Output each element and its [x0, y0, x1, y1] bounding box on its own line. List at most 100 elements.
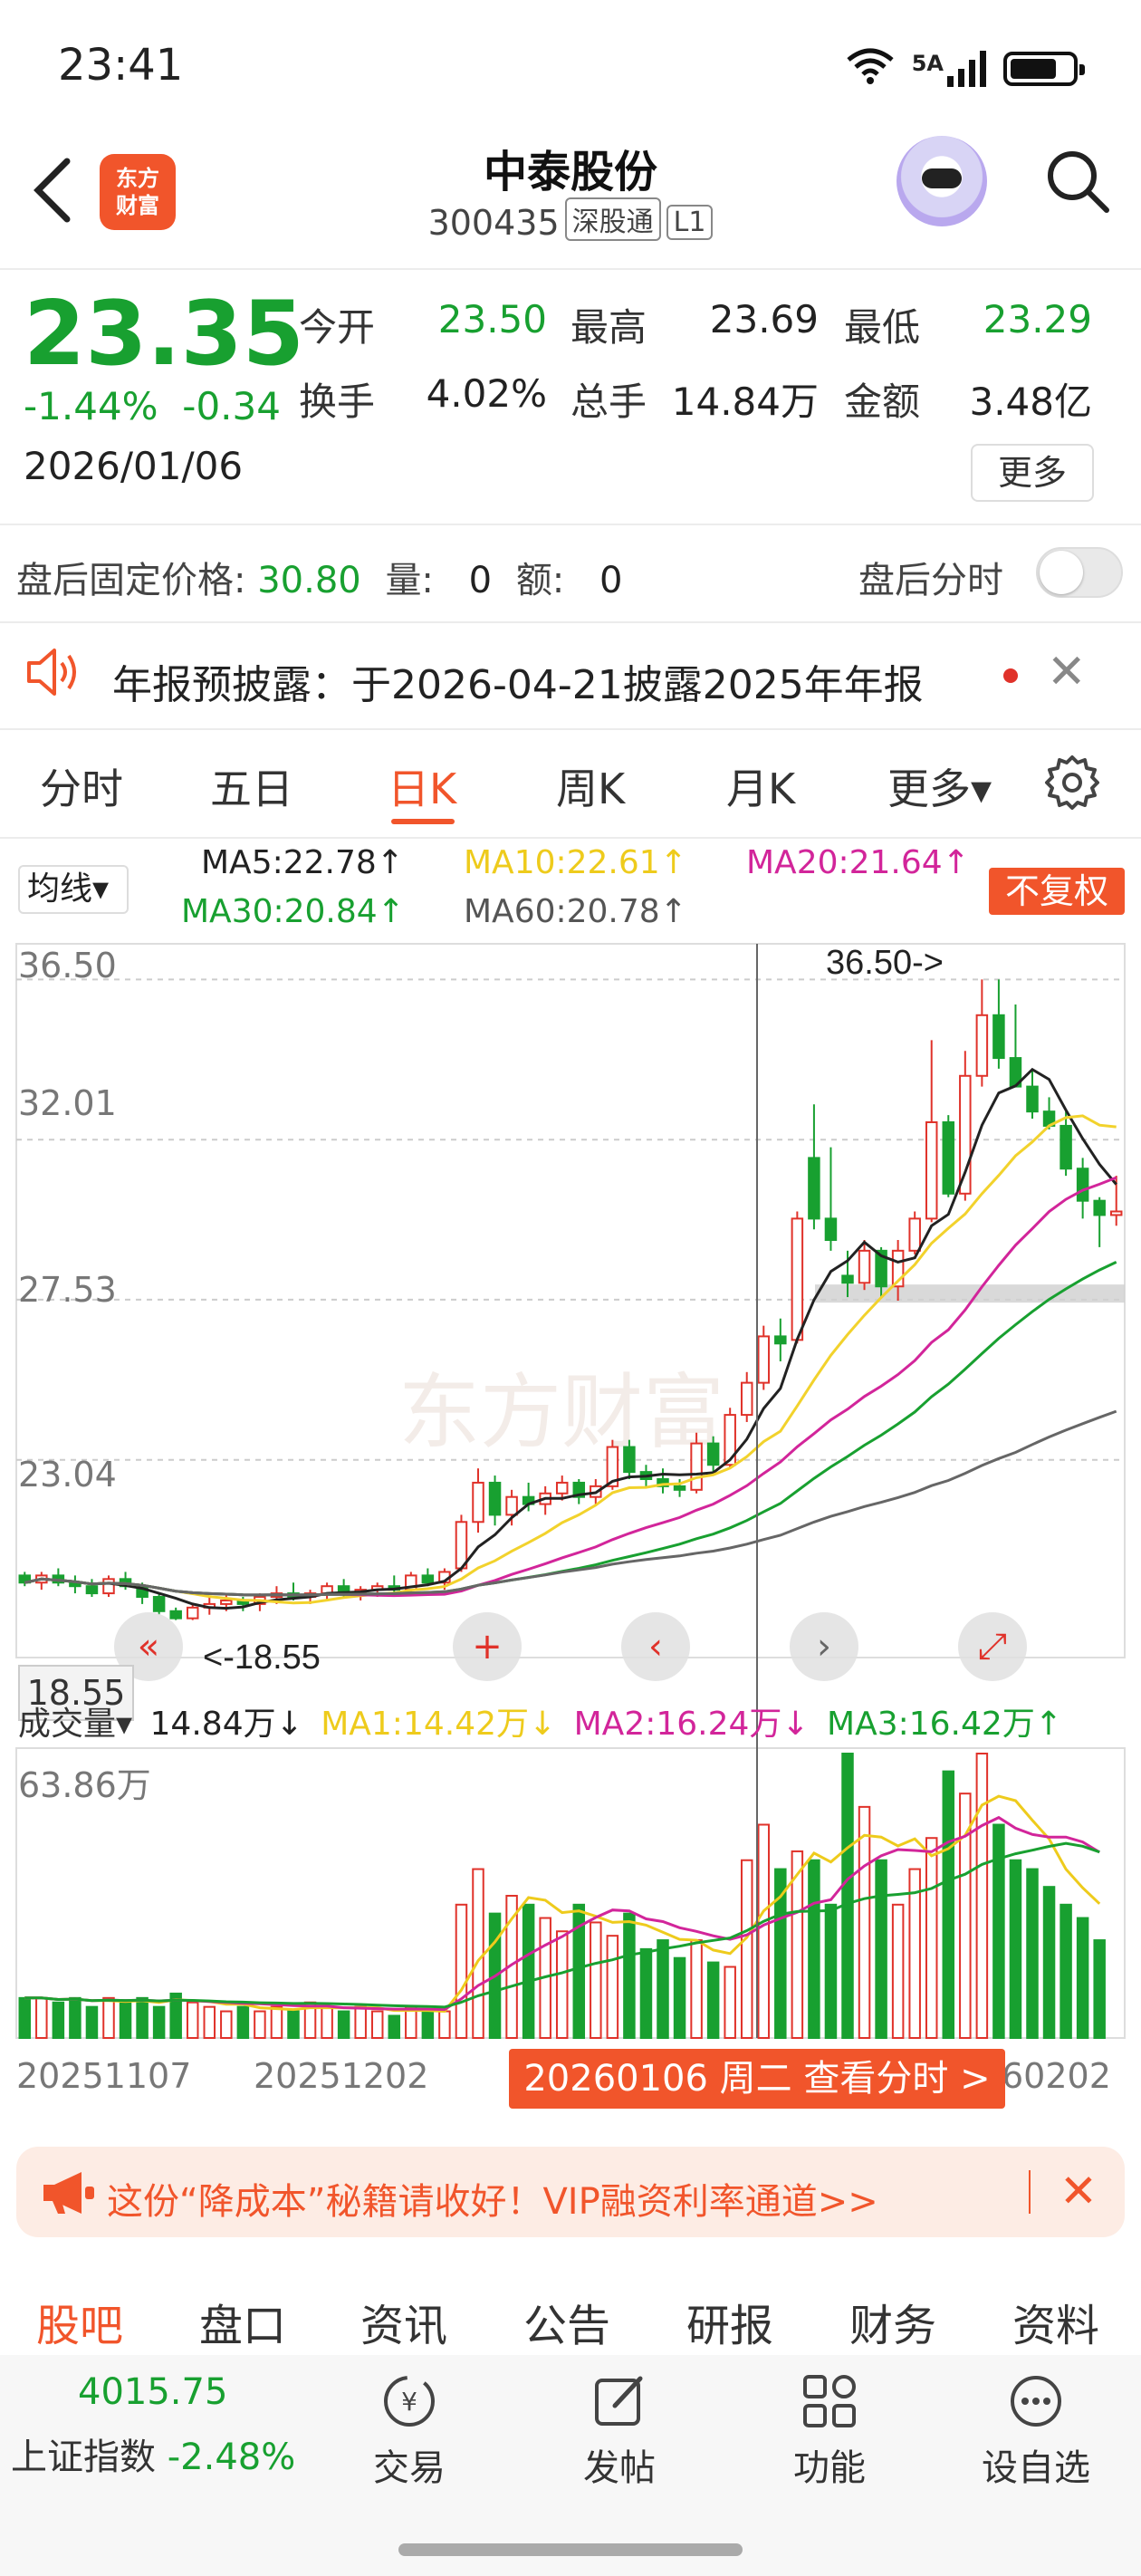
speaker-icon [24, 647, 82, 701]
candle-body [85, 1585, 99, 1595]
kline-chart[interactable]: 东方财富 36.50-> <-18.55 [0, 933, 1141, 2065]
candle-body [824, 1217, 838, 1242]
tab-weekly-k[interactable]: 周K [556, 756, 625, 816]
ma30-label: MA30:20.84↑ [181, 893, 405, 930]
tab-profile[interactable]: 资料 [1012, 2290, 1099, 2353]
tab-research[interactable]: 研报 [686, 2290, 773, 2353]
volume-indicator-select[interactable]: 成交量▾ [18, 1706, 132, 1743]
exchange-tag: 深股通 [564, 197, 661, 241]
after-hours-toggle[interactable] [1036, 547, 1123, 598]
volume-bar [623, 1912, 636, 2039]
volume-bar [555, 1930, 569, 2039]
candle-body [169, 1610, 182, 1620]
tab-finance[interactable]: 财务 [849, 2290, 936, 2353]
nav-post-label: 发帖 [583, 2447, 656, 2489]
promo-close-button[interactable]: ✕ [1060, 2165, 1098, 2217]
tab-announcements[interactable]: 公告 [523, 2290, 610, 2353]
nav-post[interactable]: 发帖 [547, 2369, 692, 2491]
candle-body [925, 1121, 938, 1220]
ma-type-select[interactable]: 均线▾ [18, 865, 129, 914]
y-tick-label: 32.01 [18, 1083, 117, 1123]
nav-functions[interactable]: 功能 [757, 2369, 902, 2491]
nav-trade[interactable]: ¥ 交易 [337, 2369, 482, 2491]
candle-body [102, 1578, 115, 1595]
volume-bar [388, 2014, 401, 2039]
home-indicator[interactable] [398, 2543, 743, 2556]
volume-legend: 成交量▾ 14.84万↓ MA1:14.42万↓ MA2:16.24万↓ MA3… [18, 1697, 1062, 1745]
more-quote-button[interactable]: 更多 [971, 444, 1094, 502]
vol-ma2: MA2:16.24万↓ [573, 1706, 810, 1743]
candle-body [1026, 1085, 1039, 1113]
low-marker: <-18.55 [203, 1639, 321, 1677]
notice-text[interactable]: 年报预披露：于2026-04-21披露2025年年报 [112, 652, 924, 710]
volume-bar [337, 2010, 350, 2039]
volume-bar [102, 1996, 115, 2039]
candle-body [774, 1335, 787, 1345]
tab-news[interactable]: 资讯 [360, 2290, 447, 2353]
tab-five-day[interactable]: 五日 [210, 756, 293, 816]
signal-icon: 5A [912, 51, 987, 87]
volume-bar [136, 1996, 149, 2039]
svg-text:¥: ¥ [401, 2387, 417, 2417]
high-marker: 36.50-> [826, 944, 944, 982]
volume-label: 总手 [570, 380, 647, 424]
index-row[interactable]: 上证指数 -2.48% [11, 2427, 295, 2480]
candle-body [488, 1481, 502, 1516]
volume-bar [1009, 1859, 1022, 2039]
volume-bar [706, 1961, 720, 2039]
volume-bar [438, 2010, 451, 2039]
current-price: 23.35 [24, 283, 304, 386]
volume-bar [455, 1903, 468, 2039]
candle-body [623, 1446, 636, 1474]
volume-bar [18, 1996, 32, 2039]
tab-pankou[interactable]: 盘口 [199, 2290, 286, 2353]
nav-watchlist[interactable]: 设自选 [964, 2369, 1108, 2491]
view-timeshare-button[interactable]: 20260106 周二 查看分时 > [509, 2049, 1005, 2109]
y-tick-label: 36.50 [18, 946, 117, 985]
price-change: -1.44% -0.34 [24, 384, 281, 428]
trade-icon: ¥ [384, 2376, 435, 2427]
tab-timeshare[interactable]: 分时 [40, 756, 123, 816]
scroll-right-button[interactable]: › [790, 1612, 858, 1681]
scroll-left-button[interactable]: ‹ [621, 1612, 690, 1681]
volume-bar [858, 1805, 871, 2039]
vol-ma3: MA3:16.42万↑ [827, 1706, 1062, 1743]
turnover-label: 换手 [299, 380, 376, 424]
volume-bar [220, 2010, 233, 2039]
volume-bar [975, 1753, 989, 2039]
volume-bar [236, 2005, 250, 2039]
volume-value: 14.84万↓ [149, 1706, 303, 1743]
promo-text[interactable]: 这份“降成本”秘籍请收好！VIP融资利率通道>> [107, 2172, 878, 2225]
stock-code: 300435 [427, 203, 560, 243]
settings-button[interactable] [1043, 754, 1101, 812]
tab-guba[interactable]: 股吧 [36, 2290, 123, 2353]
tab-more[interactable]: 更多▾ [887, 756, 992, 816]
volume-bar [186, 2001, 199, 2039]
x-tick-label: 60202 [1002, 2056, 1111, 2096]
after-amt-label: 额: [515, 560, 565, 601]
low-value: 23.29 [983, 297, 1092, 341]
candle-body [908, 1217, 921, 1252]
after-amt: 0 [599, 560, 623, 601]
after-hours-row: 盘后固定价格: 30.80 量: 0 额: 0 [16, 551, 622, 603]
search-button[interactable] [1041, 145, 1114, 217]
adjust-mode-button[interactable]: 不复权 [989, 868, 1125, 915]
candle-body [791, 1217, 804, 1341]
volume-bars [18, 1753, 1106, 2039]
notice-close-button[interactable]: ✕ [1047, 645, 1087, 699]
add-indicator-button[interactable]: + [453, 1612, 522, 1681]
volume-bar [85, 2005, 99, 2039]
tab-monthly-k[interactable]: 月K [726, 756, 795, 816]
tab-daily-k[interactable]: 日K [388, 756, 456, 816]
candle-body [186, 1606, 199, 1620]
fullscreen-button[interactable]: ⤢ [958, 1612, 1027, 1681]
volume-bar [808, 1859, 820, 2039]
candle-body [740, 1381, 753, 1417]
ma10-label: MA10:22.61↑ [464, 844, 687, 881]
level-tag: L1 [666, 205, 714, 240]
y-tick-label: 27.53 [18, 1270, 117, 1310]
index-value[interactable]: 4015.75 [78, 2371, 227, 2413]
candle-body [455, 1521, 468, 1570]
ai-assistant-icon[interactable] [896, 136, 987, 226]
candle-body [992, 1014, 1005, 1060]
